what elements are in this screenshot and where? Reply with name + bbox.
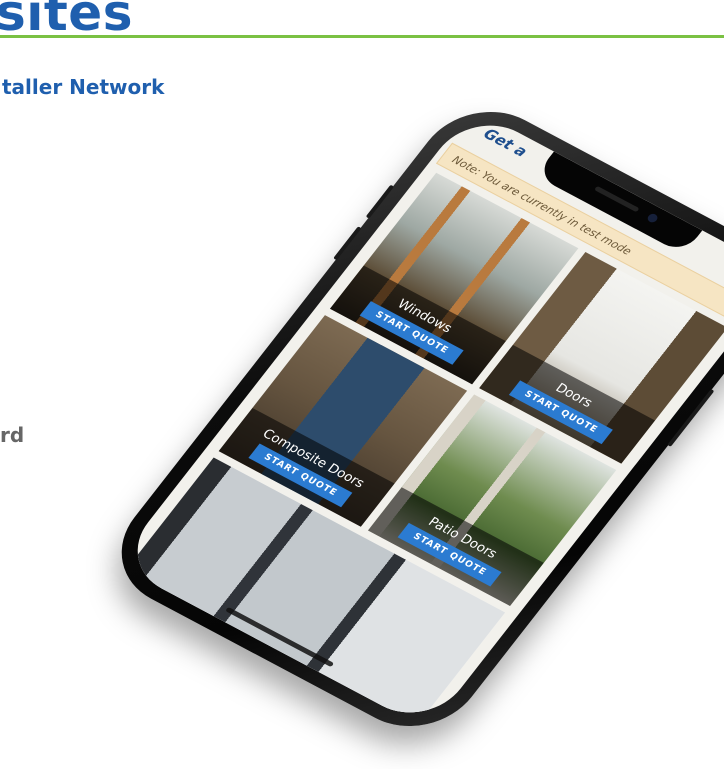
phone-mockup: Get a Note: You are currently in test mo…	[94, 90, 724, 748]
front-camera-icon	[645, 212, 660, 224]
speaker-grille	[594, 185, 640, 213]
side-text: rd	[0, 423, 25, 447]
section-heading: taller Network	[2, 75, 165, 99]
phone-screen: Get a Note: You are currently in test mo…	[115, 107, 724, 731]
screen-header: Get a	[479, 124, 531, 161]
heading-divider	[0, 35, 724, 38]
